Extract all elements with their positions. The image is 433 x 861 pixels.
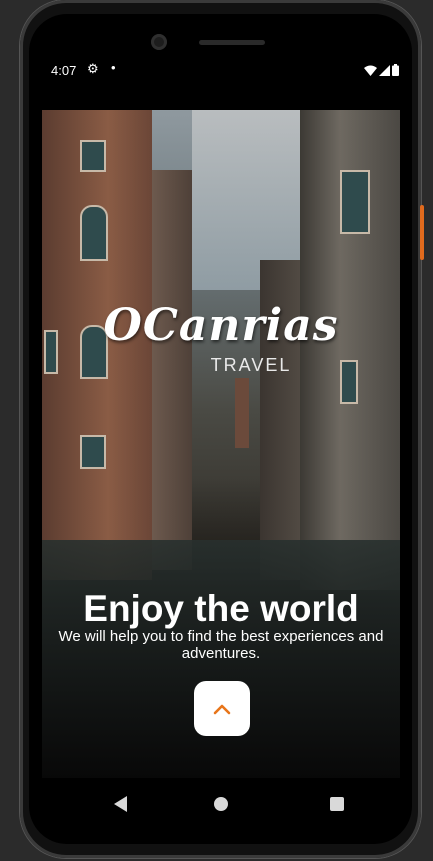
device-bezel: 4:07 ⚙ • OCanrias TRAVEL Enjoy the world… bbox=[29, 14, 412, 844]
headline: Enjoy the world bbox=[83, 588, 359, 629]
status-bar: 4:07 ⚙ • bbox=[41, 60, 399, 82]
brand-logo: OCanrias bbox=[103, 300, 339, 351]
nav-recents-button[interactable] bbox=[330, 797, 344, 811]
app-screen: OCanrias TRAVEL Enjoy the world We will … bbox=[42, 110, 400, 778]
power-button bbox=[420, 205, 424, 260]
system-nav-bar bbox=[41, 780, 399, 830]
wifi-icon bbox=[364, 65, 377, 76]
brand-subtitle: TRAVEL bbox=[210, 355, 292, 375]
description: We will help you to find the best experi… bbox=[58, 628, 384, 662]
notification-dot-icon: • bbox=[111, 60, 116, 75]
nav-back-button[interactable] bbox=[114, 796, 127, 812]
background-bell-tower bbox=[235, 378, 249, 448]
speaker-grille bbox=[199, 40, 265, 45]
continue-button[interactable] bbox=[194, 681, 250, 736]
status-icons bbox=[364, 64, 399, 76]
phone-frame: 4:07 ⚙ • OCanrias TRAVEL Enjoy the world… bbox=[20, 0, 424, 858]
battery-icon bbox=[392, 64, 399, 76]
nav-home-button[interactable] bbox=[214, 797, 228, 811]
chevron-up-icon bbox=[213, 704, 231, 714]
status-time: 4:07 bbox=[51, 63, 77, 78]
gear-icon: ⚙ bbox=[87, 61, 99, 76]
front-camera bbox=[151, 34, 167, 50]
signal-icon bbox=[379, 64, 390, 76]
